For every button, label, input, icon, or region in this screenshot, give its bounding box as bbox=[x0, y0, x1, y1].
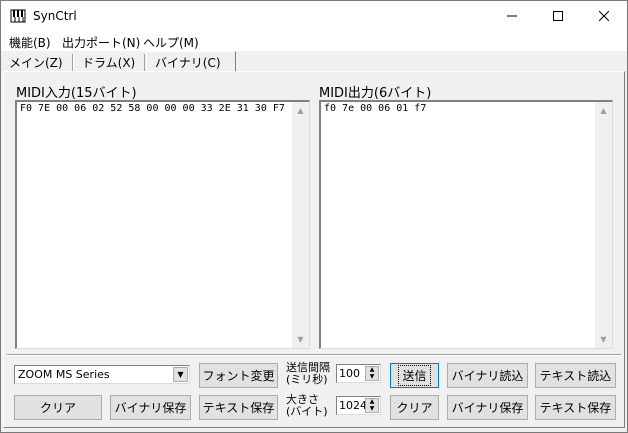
midi-out-label: MIDI出力(6バイト) bbox=[319, 86, 432, 101]
chevron-down-icon[interactable]: ▼ bbox=[173, 367, 188, 382]
scroll-down-icon[interactable]: ▼ bbox=[292, 331, 309, 348]
interval-label-line2: (ミリ秒) bbox=[286, 373, 328, 386]
midi-in-scrollbar[interactable]: ▲ ▼ bbox=[292, 102, 309, 348]
binary-save-output-button[interactable]: バイナリ保存 bbox=[447, 395, 528, 420]
text-save-output-button[interactable]: テキスト保存 bbox=[535, 395, 616, 420]
tab-drum[interactable]: ドラム(X) bbox=[73, 54, 145, 71]
text-save-input-button[interactable]: テキスト保存 bbox=[199, 395, 278, 420]
separator bbox=[7, 354, 621, 356]
send-button[interactable]: 送信 bbox=[390, 363, 439, 388]
minimize-button[interactable] bbox=[489, 1, 535, 31]
tab-main[interactable]: メイン(Z) bbox=[1, 54, 73, 71]
size-spin-buttons[interactable]: ▲ ▼ bbox=[365, 398, 379, 413]
text-load-button[interactable]: テキスト読込 bbox=[535, 363, 616, 388]
menu-bar: 機能(B) 出力ポート(N) ヘルプ(M) bbox=[1, 31, 627, 51]
menu-output-port[interactable]: 出力ポート(N) bbox=[62, 34, 140, 51]
interval-spin-buttons[interactable]: ▲ ▼ bbox=[365, 366, 379, 381]
tab-strip: メイン(Z) ドラム(X) バイナリ(C) bbox=[1, 51, 627, 72]
tab-binary[interactable]: バイナリ(C) bbox=[146, 51, 236, 72]
font-change-button[interactable]: フォント変更 bbox=[199, 363, 278, 388]
size-stepper[interactable]: 1024 ▲ ▼ bbox=[336, 396, 381, 415]
device-select-value: ZOOM MS Series bbox=[18, 368, 110, 381]
binary-save-input-button[interactable]: バイナリ保存 bbox=[110, 395, 191, 420]
close-icon bbox=[599, 11, 609, 21]
close-button[interactable] bbox=[581, 1, 627, 31]
window-title: SynCtrl bbox=[33, 9, 77, 23]
interval-value: 100 bbox=[339, 367, 360, 380]
menu-function[interactable]: 機能(B) bbox=[9, 34, 51, 51]
app-window: SynCtrl 機能(B) 出力ポート(N) ヘルプ(M) メイン(Z) ドラム… bbox=[0, 0, 628, 433]
maximize-button[interactable] bbox=[535, 1, 581, 31]
minimize-icon bbox=[507, 15, 517, 17]
interval-stepper[interactable]: 100 ▲ ▼ bbox=[336, 364, 381, 383]
clear-output-button[interactable]: クリア bbox=[390, 395, 439, 420]
controls-area: ZOOM MS Series ▼ フォント変更 送信間隔 (ミリ秒) 100 ▲… bbox=[3, 354, 625, 428]
device-select[interactable]: ZOOM MS Series ▼ bbox=[14, 365, 190, 384]
clear-input-button[interactable]: クリア bbox=[14, 395, 102, 420]
midi-in-textbox[interactable]: F0 7E 00 06 02 52 58 00 00 00 33 2E 31 3… bbox=[15, 100, 310, 349]
scroll-up-icon[interactable]: ▲ bbox=[595, 102, 612, 119]
send-button-label: 送信 bbox=[398, 365, 431, 386]
title-bar[interactable]: SynCtrl bbox=[1, 1, 627, 31]
scroll-up-icon[interactable]: ▲ bbox=[292, 102, 309, 119]
piano-icon bbox=[10, 9, 26, 23]
scroll-down-icon[interactable]: ▼ bbox=[595, 331, 612, 348]
maximize-icon bbox=[553, 11, 563, 21]
midi-in-label: MIDI入力(15バイト) bbox=[16, 86, 137, 101]
interval-label: 送信間隔 (ミリ秒) bbox=[286, 362, 330, 386]
size-value: 1024 bbox=[339, 399, 367, 412]
midi-out-content: f0 7e 00 06 01 f7 bbox=[324, 103, 427, 114]
size-label: 大きさ (バイト) bbox=[286, 394, 328, 418]
midi-out-scrollbar[interactable]: ▲ ▼ bbox=[595, 102, 612, 348]
binary-load-button[interactable]: バイナリ読込 bbox=[447, 363, 528, 388]
midi-out-textbox[interactable]: f0 7e 00 06 01 f7 ▲ ▼ bbox=[319, 100, 613, 349]
size-label-line2: (バイト) bbox=[286, 405, 328, 418]
midi-in-content: F0 7E 00 06 02 52 58 00 00 00 33 2E 31 3… bbox=[20, 103, 285, 114]
menu-help[interactable]: ヘルプ(M) bbox=[143, 34, 199, 51]
